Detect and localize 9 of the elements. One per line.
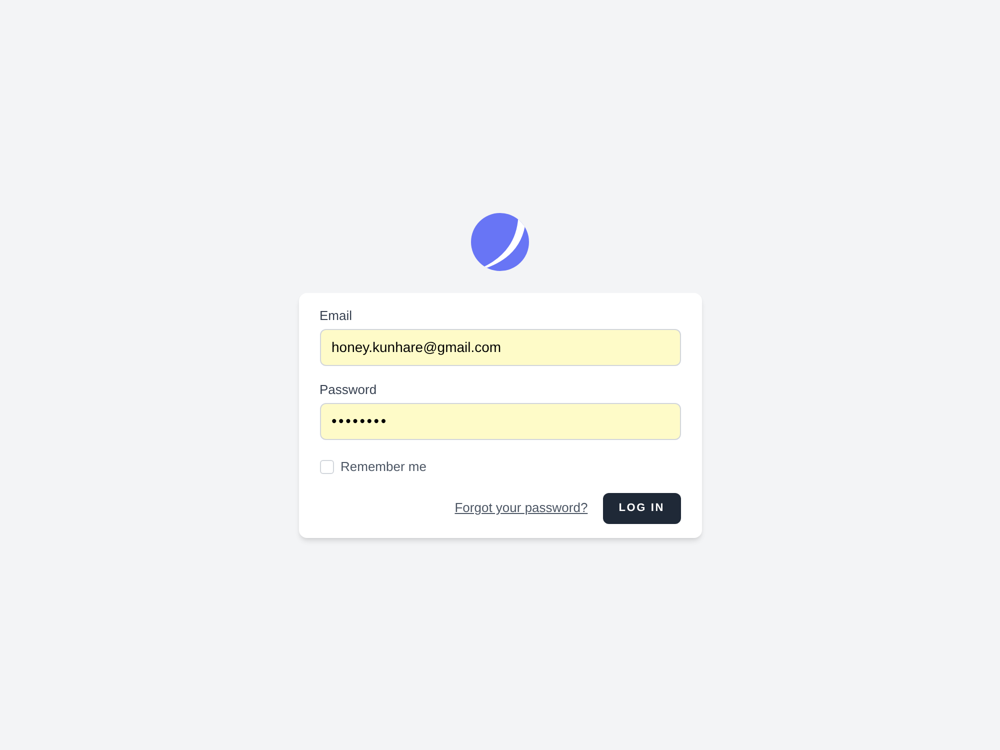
remember-me-label: Remember me [340, 458, 426, 476]
checkbox[interactable] [320, 460, 334, 474]
field-label: Password [320, 380, 378, 398]
email-field[interactable]: honey.kunhare@gmail.com [320, 328, 680, 366]
login-button[interactable]: LOG IN [602, 492, 680, 524]
forgot-password-link[interactable]: Forgot your password? [454, 498, 588, 518]
password-field[interactable]: •••••••• [320, 402, 680, 440]
logo-icon [471, 212, 529, 270]
field-label: Email [320, 306, 354, 324]
